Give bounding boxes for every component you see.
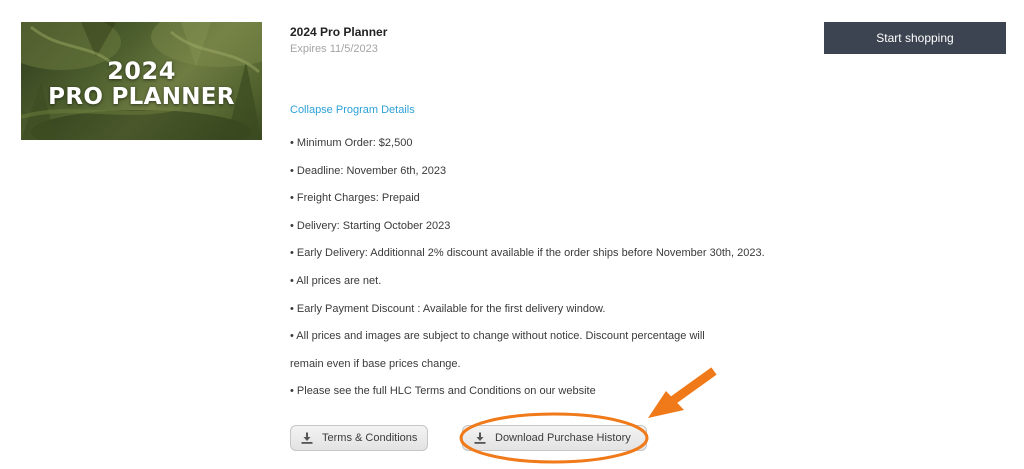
collapse-program-details-link[interactable]: Collapse Program Details xyxy=(290,104,415,116)
detail-line-delivery: • Delivery: Starting October 2023 xyxy=(290,219,451,232)
download-purchase-history-label: Download Purchase History xyxy=(495,432,631,444)
detail-line-net-prices: • All prices are net. xyxy=(290,274,382,287)
download-icon xyxy=(301,432,313,444)
terms-conditions-button[interactable]: Terms & Conditions xyxy=(290,425,428,451)
detail-line-terms-note: • Please see the full HLC Terms and Cond… xyxy=(290,385,596,398)
terms-conditions-label: Terms & Conditions xyxy=(322,432,418,444)
detail-line-freight: • Freight Charges: Prepaid xyxy=(290,192,420,205)
program-detail-list: • Minimum Order: $2,500 • Deadline: Nove… xyxy=(290,135,810,411)
banner-name: PRO PLANNER xyxy=(48,84,235,110)
program-banner-image: 2024 PRO PLANNER xyxy=(21,22,262,140)
download-icon xyxy=(474,432,486,444)
program-title: 2024 Pro Planner xyxy=(290,25,388,39)
start-shopping-button[interactable]: Start shopping xyxy=(824,22,1006,54)
program-card: 2024 PRO PLANNER 2024 Pro Planner Expire… xyxy=(0,0,1024,469)
detail-line-price-changes-cont: remain even if base prices change. xyxy=(290,357,461,370)
program-expiry: Expires 11/5/2023 xyxy=(290,43,378,55)
banner-year: 2024 xyxy=(107,57,176,85)
detail-line-price-changes: • All prices and images are subject to c… xyxy=(290,330,705,343)
detail-line-minimum-order: • Minimum Order: $2,500 xyxy=(290,137,413,149)
detail-line-early-delivery: • Early Delivery: Additionnal 2% discoun… xyxy=(290,247,765,260)
banner-title: 2024 PRO PLANNER xyxy=(21,58,262,110)
detail-line-deadline: • Deadline: November 6th, 2023 xyxy=(290,164,447,177)
program-details: 2024 Pro Planner Expires 11/5/2023 Colla… xyxy=(290,24,810,397)
download-purchase-history-button[interactable]: Download Purchase History xyxy=(462,425,647,451)
detail-line-early-payment: • Early Payment Discount : Available for… xyxy=(290,302,606,315)
